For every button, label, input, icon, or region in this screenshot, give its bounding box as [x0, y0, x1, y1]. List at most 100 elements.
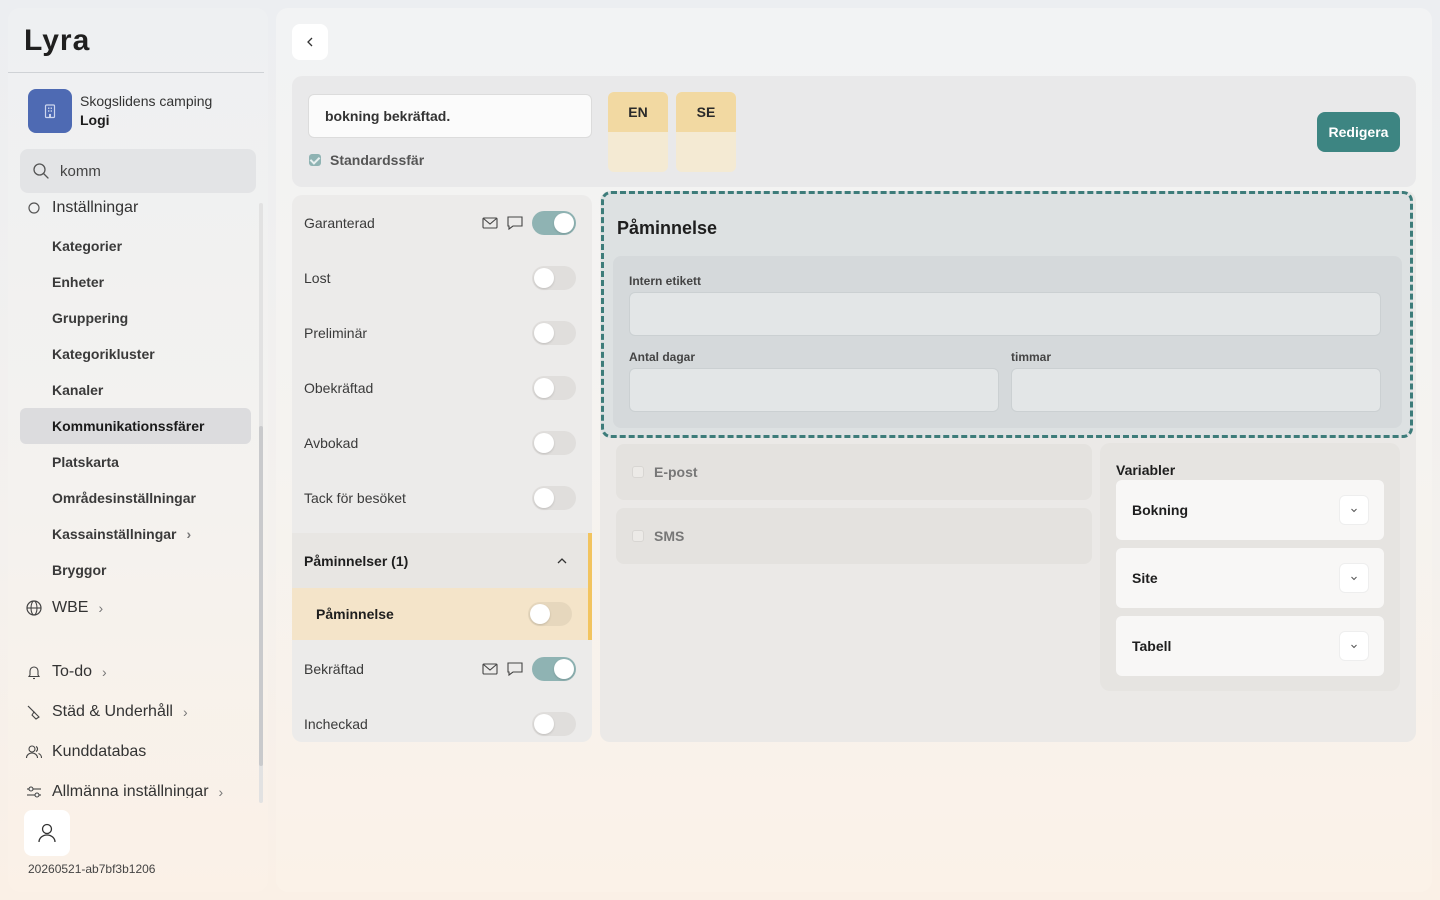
- language-se: SE: [676, 92, 736, 172]
- variable-group-bokning[interactable]: Bokning: [1116, 480, 1384, 540]
- sidebar-item-kommunikationssfarer[interactable]: Kommunikationssfärer: [20, 408, 251, 444]
- search-value: komm: [60, 162, 101, 180]
- search-icon: [33, 163, 49, 179]
- channel-email[interactable]: E-post: [616, 444, 1092, 500]
- variable-group-tabell[interactable]: Tabell: [1116, 616, 1384, 676]
- sidebar-item-wbe[interactable]: WBE ›: [24, 594, 103, 622]
- chevron-down-icon[interactable]: [1340, 564, 1368, 592]
- svg-text:Lyra: Lyra: [24, 26, 90, 57]
- back-button[interactable]: [292, 24, 328, 60]
- status-toggle[interactable]: [532, 430, 576, 455]
- status-row-preliminar[interactable]: Preliminär: [292, 305, 592, 360]
- language-en: EN: [608, 92, 668, 172]
- sliders-icon: [24, 782, 44, 798]
- internal-label-input[interactable]: [629, 292, 1381, 336]
- sidebar-item-todo[interactable]: To-do ›: [24, 658, 107, 686]
- search-input[interactable]: komm: [20, 149, 256, 193]
- sidebar-item-bryggor[interactable]: Bryggor: [20, 552, 251, 588]
- variables-title: Variabler: [1116, 462, 1176, 478]
- hours-label: timmar: [1011, 350, 1052, 364]
- org-switcher[interactable]: Skogslidens camping Logi: [28, 89, 212, 133]
- status-toggle[interactable]: [532, 656, 576, 681]
- lyra-logo: Lyra: [24, 26, 90, 57]
- user-avatar-button[interactable]: [24, 810, 70, 856]
- checkbox-icon[interactable]: [632, 466, 644, 478]
- sphere-toolbar: bokning bekräftad. Standardssfär EN SE R…: [292, 76, 1416, 187]
- org-name: Skogslidens camping: [80, 93, 213, 109]
- status-toggle[interactable]: [532, 265, 576, 290]
- chevron-right-icon: ›: [182, 704, 188, 720]
- status-row-avbokad[interactable]: Avbokad: [292, 415, 592, 470]
- status-toggle[interactable]: [528, 602, 572, 626]
- days-input[interactable]: [629, 368, 999, 412]
- logo-divider: [8, 72, 264, 73]
- chat-icon: [507, 215, 523, 230]
- sidebar-item-kanaler[interactable]: Kanaler: [20, 372, 251, 408]
- chevron-right-icon: ›: [218, 784, 224, 798]
- user-icon: [38, 823, 56, 843]
- building-icon: [28, 89, 72, 133]
- status-toggle[interactable]: [532, 711, 576, 736]
- sidebar-item-installningar[interactable]: Inställningar: [24, 198, 138, 222]
- chevron-right-icon: ›: [186, 526, 192, 542]
- sidebar-item-kategorier[interactable]: Kategorier: [20, 228, 251, 264]
- gear-icon: [24, 198, 44, 218]
- reminder-title: Påminnelse: [617, 218, 718, 238]
- variable-group-site[interactable]: Site: [1116, 548, 1384, 608]
- org-section: Logi: [80, 112, 110, 128]
- chat-icon: [507, 661, 523, 676]
- scrollbar-thumb[interactable]: [259, 426, 263, 766]
- reminder-fields: Intern etikett Antal dagar timmar: [613, 256, 1402, 428]
- status-toggle[interactable]: [532, 210, 576, 235]
- nav-list: Inställningar Kategorier Enheter Grupper…: [8, 198, 258, 798]
- sidebar-item-kunddatabas[interactable]: Kunddatabas: [24, 738, 146, 766]
- language-code: SE: [676, 92, 736, 132]
- checkbox-checked-icon: [309, 154, 321, 166]
- language-code: EN: [608, 92, 668, 132]
- status-row-garanterad[interactable]: Garanterad: [292, 195, 592, 250]
- broom-icon: [24, 702, 44, 722]
- status-row-tack-for-besoket[interactable]: Tack för besöket: [292, 470, 592, 525]
- chevron-up-icon: [557, 557, 567, 563]
- status-row-incheckad[interactable]: Incheckad: [292, 696, 592, 742]
- sidebar-item-stad-underhall[interactable]: Städ & Underhåll ›: [24, 698, 188, 726]
- chevron-down-icon[interactable]: [1340, 632, 1368, 660]
- main-content: bokning bekräftad. Standardssfär EN SE R…: [276, 8, 1432, 892]
- sidebar-item-kategorikluster[interactable]: Kategorikluster: [20, 336, 251, 372]
- days-label: Antal dagar: [629, 350, 696, 364]
- checkbox-icon[interactable]: [632, 530, 644, 542]
- status-toggle[interactable]: [532, 320, 576, 345]
- chevron-left-icon: [307, 37, 313, 47]
- edit-button[interactable]: Redigera: [1317, 112, 1400, 152]
- status-row-bekraftad[interactable]: Bekräftad: [292, 641, 592, 696]
- app-version: 20260521-ab7bf3b1206: [28, 862, 156, 876]
- mail-icon: [482, 662, 498, 675]
- users-icon: [24, 742, 44, 762]
- sidebar-item-kassainstallningar[interactable]: Kassainställningar ›: [20, 516, 251, 552]
- default-sphere-checkbox[interactable]: Standardssfär: [309, 152, 424, 168]
- status-toggle[interactable]: [532, 485, 576, 510]
- sidebar-item-omradesinstallningar[interactable]: Områdesinställningar: [20, 480, 251, 516]
- status-toggle[interactable]: [532, 375, 576, 400]
- sidebar-item-gruppering[interactable]: Gruppering: [20, 300, 251, 336]
- sidebar-item-enheter[interactable]: Enheter: [20, 264, 251, 300]
- chevron-right-icon: ›: [98, 600, 104, 616]
- globe-icon: [24, 598, 44, 618]
- status-group-paminnelser[interactable]: Påminnelser (1): [292, 533, 592, 588]
- internal-label-label: Intern etikett: [629, 274, 702, 288]
- chevron-down-icon[interactable]: [1340, 496, 1368, 524]
- status-list: Garanterad Lost Preliminär Obekräftad Av…: [292, 195, 592, 742]
- sidebar: Lyra Skogslidens camping Logi komm Instä…: [8, 8, 268, 892]
- mail-icon: [482, 216, 498, 229]
- bell-icon: [24, 662, 44, 682]
- sidebar-item-platskarta[interactable]: Platskarta: [20, 444, 251, 480]
- sidebar-item-allmanna-installningar[interactable]: Allmänna inställningar ›: [24, 778, 223, 798]
- status-row-obekraftad[interactable]: Obekräftad: [292, 360, 592, 415]
- status-row-lost[interactable]: Lost: [292, 250, 592, 305]
- status-row-paminnelse[interactable]: Påminnelse: [292, 588, 592, 640]
- sphere-name-field[interactable]: bokning bekräftad.: [308, 94, 592, 138]
- channel-sms[interactable]: SMS: [616, 508, 1092, 564]
- hours-input[interactable]: [1011, 368, 1381, 412]
- chevron-right-icon: ›: [102, 664, 107, 680]
- reminder-settings: Påminnelse Intern etikett Antal dagar ti…: [601, 191, 1413, 438]
